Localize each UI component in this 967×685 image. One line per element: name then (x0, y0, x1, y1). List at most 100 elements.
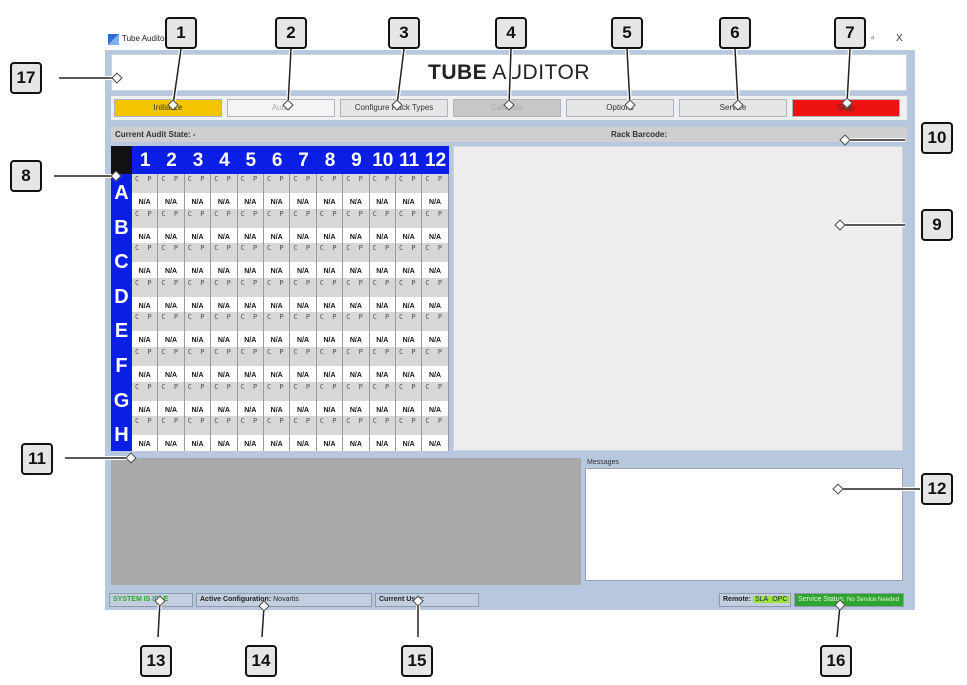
well-B10[interactable]: C P N/A (369, 208, 396, 244)
well-H8[interactable]: C P N/A (316, 416, 344, 451)
well-D1[interactable]: C P N/A (132, 277, 159, 313)
well-A9[interactable]: C P N/A (343, 174, 370, 209)
well-D11[interactable]: C P N/A (396, 277, 423, 313)
well-H12[interactable]: C P N/A (422, 416, 449, 451)
restore-icon[interactable]: ▫ (871, 33, 875, 44)
well-G5[interactable]: C P N/A (237, 381, 264, 417)
well-A7[interactable]: C P N/A (290, 174, 317, 209)
well-D10[interactable]: C P N/A (369, 277, 396, 313)
well-D3[interactable]: C P N/A (184, 277, 212, 313)
well-H11[interactable]: C P N/A (396, 416, 423, 451)
well-F9[interactable]: C P N/A (343, 347, 370, 382)
well-H7[interactable]: C P N/A (290, 416, 317, 451)
well-C4[interactable]: C P N/A (211, 243, 238, 278)
well-H4[interactable]: C P N/A (211, 416, 238, 451)
initialize-button[interactable]: Initialize (114, 99, 222, 117)
well-D9[interactable]: C P N/A (343, 277, 370, 313)
well-C9[interactable]: C P N/A (343, 243, 370, 278)
well-F4[interactable]: C P N/A (211, 347, 238, 382)
well-D8[interactable]: C P N/A (316, 277, 344, 313)
well-H5[interactable]: C P N/A (237, 416, 264, 451)
well-D2[interactable]: C P N/A (158, 277, 185, 313)
well-C11[interactable]: C P N/A (396, 243, 423, 278)
well-C6[interactable]: C P N/A (264, 243, 291, 278)
options-button[interactable]: Options (566, 99, 674, 117)
well-C7[interactable]: C P N/A (290, 243, 317, 278)
well-H6[interactable]: C P N/A (264, 416, 291, 451)
well-C5[interactable]: C P N/A (237, 243, 264, 278)
well-E2[interactable]: C P N/A (158, 312, 185, 347)
well-F11[interactable]: C P N/A (396, 347, 423, 382)
well-F7[interactable]: C P N/A (290, 347, 317, 382)
well-B11[interactable]: C P N/A (396, 208, 423, 244)
well-B7[interactable]: C P N/A (290, 208, 317, 244)
well-F1[interactable]: C P N/A (132, 347, 159, 382)
messages-box[interactable] (585, 468, 903, 581)
well-E3[interactable]: C P N/A (184, 312, 212, 347)
well-E6[interactable]: C P N/A (264, 312, 291, 347)
close-icon[interactable]: X (896, 33, 903, 44)
well-C3[interactable]: C P N/A (184, 243, 212, 278)
well-H3[interactable]: C P N/A (184, 416, 212, 451)
well-B2[interactable]: C P N/A (158, 208, 185, 244)
well-F5[interactable]: C P N/A (237, 347, 264, 382)
well-A2[interactable]: C P N/A (158, 174, 185, 209)
well-D5[interactable]: C P N/A (237, 277, 264, 313)
well-E1[interactable]: C P N/A (132, 312, 159, 347)
well-G9[interactable]: C P N/A (343, 381, 370, 417)
well-E11[interactable]: C P N/A (396, 312, 423, 347)
well-F6[interactable]: C P N/A (264, 347, 291, 382)
well-A3[interactable]: C P N/A (184, 174, 212, 209)
well-H2[interactable]: C P N/A (158, 416, 185, 451)
well-E10[interactable]: C P N/A (369, 312, 396, 347)
well-E5[interactable]: C P N/A (237, 312, 264, 347)
well-F8[interactable]: C P N/A (316, 347, 344, 382)
well-G2[interactable]: C P N/A (158, 381, 185, 417)
well-G1[interactable]: C P N/A (132, 381, 159, 417)
well-G7[interactable]: C P N/A (290, 381, 317, 417)
well-D4[interactable]: C P N/A (211, 277, 238, 313)
well-F12[interactable]: C P N/A (422, 347, 449, 382)
well-C1[interactable]: C P N/A (132, 243, 159, 278)
well-B8[interactable]: C P N/A (316, 208, 344, 244)
well-B6[interactable]: C P N/A (264, 208, 291, 244)
well-A6[interactable]: C P N/A (264, 174, 291, 209)
well-D7[interactable]: C P N/A (290, 277, 317, 313)
well-E9[interactable]: C P N/A (343, 312, 370, 347)
service-button[interactable]: Service (679, 99, 787, 117)
well-F2[interactable]: C P N/A (158, 347, 185, 382)
well-A10[interactable]: C P N/A (369, 174, 396, 209)
well-H1[interactable]: C P N/A (132, 416, 159, 451)
well-C2[interactable]: C P N/A (158, 243, 185, 278)
well-G11[interactable]: C P N/A (396, 381, 423, 417)
well-F3[interactable]: C P N/A (184, 347, 212, 382)
well-A11[interactable]: C P N/A (396, 174, 423, 209)
well-C12[interactable]: C P N/A (422, 243, 449, 278)
well-G4[interactable]: C P N/A (211, 381, 238, 417)
well-G10[interactable]: C P N/A (369, 381, 396, 417)
well-A12[interactable]: C P N/A (422, 174, 449, 209)
well-A4[interactable]: C P N/A (211, 174, 238, 209)
well-B4[interactable]: C P N/A (211, 208, 238, 244)
well-B1[interactable]: C P N/A (132, 208, 159, 244)
well-B9[interactable]: C P N/A (343, 208, 370, 244)
well-E8[interactable]: C P N/A (316, 312, 344, 347)
well-G3[interactable]: C P N/A (184, 381, 212, 417)
well-F10[interactable]: C P N/A (369, 347, 396, 382)
well-G8[interactable]: C P N/A (316, 381, 344, 417)
well-G12[interactable]: C P N/A (422, 381, 449, 417)
well-D6[interactable]: C P N/A (264, 277, 291, 313)
well-B3[interactable]: C P N/A (184, 208, 212, 244)
well-B12[interactable]: C P N/A (422, 208, 449, 244)
well-E12[interactable]: C P N/A (422, 312, 449, 347)
well-H9[interactable]: C P N/A (343, 416, 370, 451)
well-A5[interactable]: C P N/A (237, 174, 264, 209)
well-E4[interactable]: C P N/A (211, 312, 238, 347)
well-G6[interactable]: C P N/A (264, 381, 291, 417)
well-A1[interactable]: C P N/A (132, 174, 159, 209)
well-E7[interactable]: C P N/A (290, 312, 317, 347)
audit-button[interactable]: Audit (227, 99, 335, 117)
well-B5[interactable]: C P N/A (237, 208, 264, 244)
well-C8[interactable]: C P N/A (316, 243, 344, 278)
well-H10[interactable]: C P N/A (369, 416, 396, 451)
